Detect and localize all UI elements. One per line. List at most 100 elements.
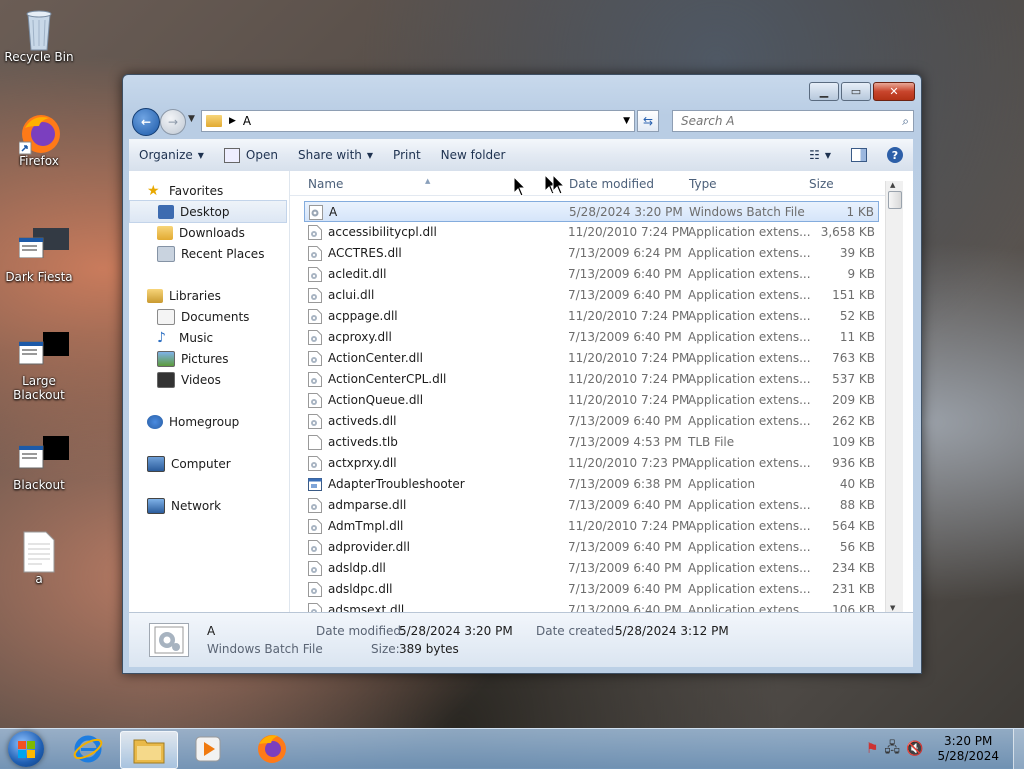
action-center-flag-icon[interactable]: ⚑ [866, 741, 879, 757]
nav-homegroup[interactable]: Homegroup [147, 411, 289, 432]
start-button[interactable] [8, 731, 44, 767]
scroll-down-icon[interactable]: ▼ [890, 604, 895, 612]
file-name: adsldpc.dll [328, 582, 393, 596]
organize-button[interactable]: Organize ▼ [129, 148, 214, 162]
close-button[interactable]: ✕ [873, 82, 915, 101]
address-bar[interactable]: ▶ A ▼ [201, 110, 635, 132]
file-row[interactable]: aclui.dll 7/13/2009 6:40 PM Application ex… [304, 285, 879, 306]
file-row[interactable]: ActionCenterCPL.dll 11/20/2010 7:24 PM App… [304, 369, 879, 390]
desktop-icon-large-blackout[interactable]: Large Blackout [1, 332, 81, 402]
clock-time: 3:20 PM [944, 734, 993, 748]
back-button[interactable]: ← [132, 108, 160, 136]
nav-desktop[interactable]: Desktop [129, 200, 287, 223]
recent-pages-dropdown-icon[interactable]: ▼ [188, 114, 195, 124]
show-desktop-button[interactable] [1013, 729, 1024, 769]
dll-icon [308, 225, 322, 240]
desktop-icon-a[interactable]: a [1, 530, 77, 586]
print-button[interactable]: Print [383, 148, 431, 162]
nav-network[interactable]: Network [147, 495, 289, 516]
taskbar-internet-explorer[interactable] [62, 731, 114, 767]
network-status-icon[interactable]: 🖧 [884, 737, 900, 761]
blank-file-icon [308, 435, 322, 450]
file-row[interactable]: ActionCenter.dll 11/20/2010 7:24 PM Applic… [304, 348, 879, 369]
preview-pane-icon [851, 148, 867, 162]
breadcrumb-chevron-icon[interactable]: ▶ [229, 116, 236, 126]
nav-music[interactable]: ♪ Music [157, 327, 289, 348]
file-row[interactable]: activeds.dll 7/13/2009 6:40 PM Application… [304, 411, 879, 432]
clock[interactable]: 3:20 PM 5/28/2024 [937, 734, 999, 764]
file-row[interactable]: acproxy.dll 7/13/2009 6:40 PM Application … [304, 327, 879, 348]
new-folder-button[interactable]: New folder [431, 148, 516, 162]
breadcrumb-folder[interactable]: A [243, 114, 251, 128]
column-header-type[interactable]: Type [689, 177, 717, 191]
help-button[interactable]: ? [877, 147, 913, 163]
taskbar-firefox[interactable] [246, 731, 298, 767]
nav-videos[interactable]: Videos [157, 369, 289, 390]
file-row[interactable]: accessibilitycpl.dll 11/20/2010 7:24 PM Ap… [304, 222, 879, 243]
maximize-button[interactable]: ▭ [841, 82, 871, 101]
file-size: 231 KB [832, 582, 875, 596]
vertical-scrollbar[interactable]: ▲ ▼ [885, 181, 903, 612]
file-row[interactable]: AdapterTroubleshooter 7/13/2009 6:38 PM Ap… [304, 474, 879, 495]
desktop-icon-recycle-bin[interactable]: Recycle Bin [1, 8, 77, 64]
search-box[interactable]: ⌕ [672, 110, 914, 132]
change-view-button[interactable]: ☷ ▼ [799, 148, 841, 162]
preview-pane-button[interactable] [841, 148, 877, 162]
refresh-button[interactable]: ⇆ [637, 110, 659, 132]
column-header-size[interactable]: Size [809, 177, 834, 191]
recent-places-icon [157, 245, 175, 262]
file-row[interactable]: AdmTmpl.dll 11/20/2010 7:24 PM Application… [304, 516, 879, 537]
file-row[interactable]: acledit.dll 7/13/2009 6:40 PM Application … [304, 264, 879, 285]
explorer-window[interactable]: ▁ ▭ ✕ ← → ▼ ▶ A ▼ ⇆ ⌕ Organize ▼ Open Sha… [122, 74, 922, 674]
nav-documents[interactable]: Documents [157, 306, 289, 327]
nav-downloads[interactable]: Downloads [157, 222, 289, 243]
file-row[interactable]: adsmsext.dll 7/13/2009 6:40 PM Application… [304, 600, 879, 612]
desktop-icon-firefox[interactable]: Firefox [1, 112, 77, 168]
column-header-name[interactable]: Name [308, 177, 343, 191]
nav-libraries[interactable]: Libraries [147, 285, 289, 306]
taskbar-windows-explorer[interactable] [120, 731, 178, 769]
file-row[interactable]: adsldpc.dll 7/13/2009 6:40 PM Application … [304, 579, 879, 600]
firefox-icon [18, 112, 60, 155]
desktop-icon-blackout[interactable]: Blackout [1, 436, 81, 492]
desktop-icon-dark-fiesta[interactable]: Dark Fiesta [1, 228, 77, 284]
file-row[interactable]: admparse.dll 7/13/2009 6:40 PM Application… [304, 495, 879, 516]
nav-pictures[interactable]: Pictures [157, 348, 289, 369]
taskbar-media-player[interactable] [182, 731, 234, 767]
nav-favorites[interactable]: ★ Favorites [147, 180, 289, 201]
address-dropdown-icon[interactable]: ▼ [623, 116, 630, 126]
file-size: 234 KB [832, 561, 875, 575]
share-with-button[interactable]: Share with ▼ [288, 148, 383, 162]
forward-button[interactable]: → [160, 109, 186, 135]
file-row[interactable]: A 5/28/2024 3:20 PM Windows Batch File 1 KB [304, 201, 879, 222]
file-row[interactable]: adprovider.dll 7/13/2009 6:40 PM Applicati… [304, 537, 879, 558]
file-name: adprovider.dll [328, 540, 410, 554]
volume-muted-icon[interactable]: 🔇 [906, 741, 923, 757]
detail-file-type: Windows Batch File [207, 642, 323, 656]
search-icon[interactable]: ⌕ [902, 114, 909, 129]
desktop-icon-label: a [35, 572, 43, 586]
toolbar-right: ☷ ▼ ? [799, 147, 913, 163]
documents-icon [157, 308, 175, 325]
scroll-up-icon[interactable]: ▲ [890, 181, 895, 189]
file-name: ActionQueue.dll [328, 393, 424, 407]
file-row[interactable]: ACCTRES.dll 7/13/2009 6:24 PM Application … [304, 243, 879, 264]
file-size: 56 KB [839, 540, 875, 554]
file-row[interactable]: actxprxy.dll 11/20/2010 7:23 PM Applicatio… [304, 453, 879, 474]
file-row[interactable]: activeds.tlb 7/13/2009 4:53 PM TLB File 109… [304, 432, 879, 453]
file-date-modified: 7/13/2009 4:53 PM [568, 435, 682, 449]
file-row[interactable]: adsldp.dll 7/13/2009 6:40 PM Application e… [304, 558, 879, 579]
file-row[interactable]: ActionQueue.dll 11/20/2010 7:24 PM Applica… [304, 390, 879, 411]
search-input[interactable] [679, 113, 893, 129]
open-icon [223, 147, 240, 163]
file-row[interactable]: acppage.dll 11/20/2010 7:24 PM Application… [304, 306, 879, 327]
minimize-button[interactable]: ▁ [809, 82, 839, 101]
open-button[interactable]: Open [214, 147, 288, 163]
nav-recent-places[interactable]: Recent Places [157, 243, 289, 264]
file-size: 40 KB [839, 477, 875, 491]
file-type: Application extens... [688, 267, 811, 281]
nav-computer[interactable]: Computer [147, 453, 289, 474]
column-header-date-modified[interactable]: Date modified [569, 177, 654, 191]
file-size: 209 KB [832, 393, 875, 407]
scrollbar-thumb[interactable] [888, 191, 902, 209]
